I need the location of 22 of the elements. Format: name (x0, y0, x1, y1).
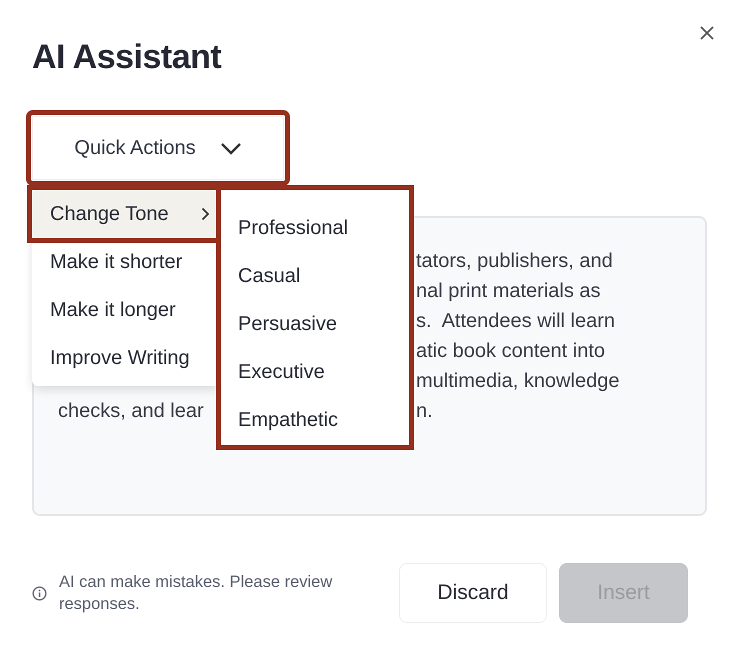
menu-item[interactable]: Make it shorter (32, 238, 220, 286)
disclaimer-text: AI can make mistakes. Please review responses. (59, 572, 334, 615)
text-line: multimedia, knowledge (416, 369, 620, 394)
menu-item[interactable]: Improve Writing (32, 334, 220, 382)
dialog-title: AI Assistant (32, 37, 222, 77)
text-line: atic book content into (416, 339, 606, 364)
text-line: nal print materials as (416, 279, 601, 304)
info-icon (32, 586, 47, 600)
text-line: s. Attendees will learn (416, 309, 615, 334)
menu-item[interactable]: Empathetic (221, 396, 409, 444)
menu-item[interactable]: Persuasive (221, 300, 409, 348)
menu-item[interactable]: Professional (221, 204, 409, 252)
menu-item[interactable]: Casual (221, 252, 409, 300)
menu-item[interactable]: Make it longer (32, 286, 220, 334)
close-icon[interactable] (699, 25, 715, 41)
text-line: checks, and lear (58, 400, 204, 422)
chevron-right-icon (201, 207, 210, 221)
text-line: n. (416, 399, 433, 424)
action-button[interactable]: Discard (399, 563, 547, 623)
chevron-down-icon (220, 142, 242, 154)
menu-item[interactable]: Executive (221, 348, 409, 396)
text-line: tators, publishers, and (416, 249, 613, 274)
